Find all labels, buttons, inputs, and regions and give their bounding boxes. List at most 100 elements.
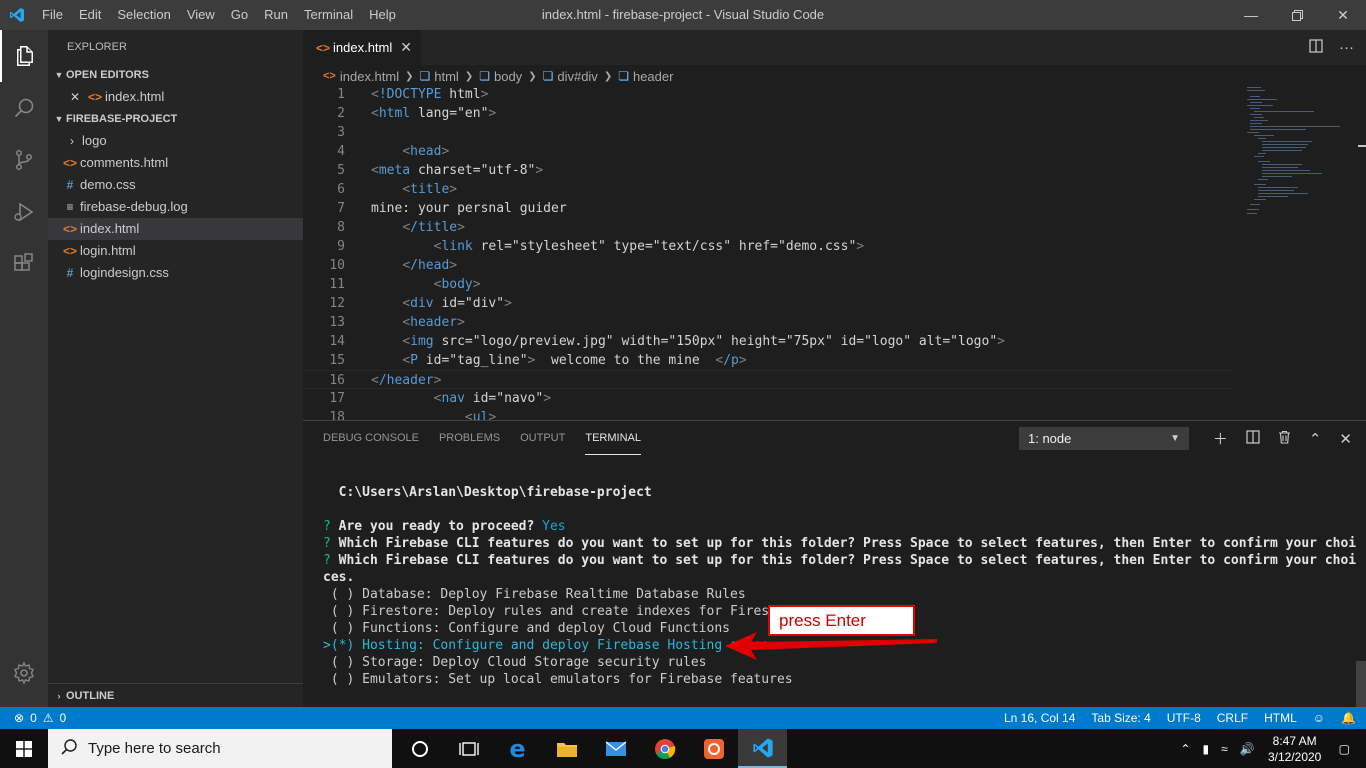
tree-item-logo[interactable]: › logo — [48, 130, 303, 152]
code-line[interactable]: 11 <body> — [303, 275, 1233, 294]
close-icon[interactable]: ✕ — [400, 39, 412, 56]
breadcrumb-item[interactable]: div#div — [557, 69, 597, 84]
open-editors-section[interactable]: ▼ OPEN EDITORS — [48, 64, 303, 86]
code-line[interactable]: 16 </header> — [303, 370, 1233, 389]
code-line[interactable]: 12 <div id="div"> — [303, 294, 1233, 313]
clock[interactable]: 8:47 AM 3/12/2020 — [1261, 733, 1329, 765]
more-actions-icon[interactable]: ··· — [1339, 39, 1354, 56]
minimap[interactable] — [1244, 85, 1354, 420]
menu-help[interactable]: Help — [361, 0, 404, 30]
breadcrumb-item[interactable]: body — [494, 69, 522, 84]
tree-item-index[interactable]: <> index.html — [48, 218, 303, 240]
notifications-icon[interactable]: ▢ — [1339, 742, 1350, 756]
split-terminal-icon[interactable] — [1246, 429, 1260, 448]
taskbar-search[interactable]: Type here to search — [48, 729, 392, 768]
tree-item-logindesign[interactable]: # logindesign.css — [48, 262, 303, 284]
tree-item-debug-log[interactable]: ≡ firebase-debug.log — [48, 196, 303, 218]
code-line[interactable]: 15 <P id="tag_line"> welcome to the mine… — [303, 351, 1233, 370]
encoding[interactable]: UTF-8 — [1167, 711, 1201, 725]
eol[interactable]: CRLF — [1217, 711, 1248, 725]
minimize-icon[interactable]: — — [1228, 0, 1274, 30]
trash-icon[interactable] — [1278, 430, 1291, 448]
source-control-icon[interactable] — [0, 134, 48, 186]
code-line[interactable]: 4 <head> — [303, 142, 1233, 161]
task-view-icon[interactable] — [444, 729, 493, 768]
battery-icon[interactable]: ▮ — [1203, 742, 1210, 756]
close-icon[interactable]: ✕ — [67, 86, 83, 108]
code-line[interactable]: 1 <!DOCTYPE html> — [303, 85, 1233, 104]
wifi-icon[interactable]: ≈ — [1221, 742, 1228, 756]
new-terminal-icon[interactable]: ＋ — [1213, 428, 1228, 449]
explorer-icon[interactable] — [0, 30, 48, 82]
language-mode[interactable]: HTML — [1264, 711, 1297, 725]
menu-file[interactable]: File — [34, 0, 71, 30]
editor-scrollbar[interactable] — [1356, 85, 1366, 420]
terminal-option: ( ) Firestore: Deploy rules and create i… — [323, 603, 801, 620]
panel-tabs: DEBUG CONSOLE PROBLEMS OUTPUT TERMINAL — [323, 421, 641, 456]
restore-icon[interactable] — [1274, 0, 1320, 30]
windows-start-icon[interactable] — [0, 729, 48, 768]
menu-selection[interactable]: Selection — [109, 0, 178, 30]
tab-terminal[interactable]: TERMINAL — [585, 422, 641, 455]
menu-view[interactable]: View — [179, 0, 223, 30]
problems-indicator[interactable]: ⊗ 0 ⚠ 0 — [14, 707, 66, 729]
split-editor-icon[interactable] — [1309, 38, 1323, 57]
settings-gear-icon[interactable] — [0, 647, 48, 699]
option-marker: >(*) — [323, 638, 363, 653]
menu-edit[interactable]: Edit — [71, 0, 109, 30]
bell-icon[interactable]: 🔔 — [1341, 711, 1356, 725]
code-line[interactable]: 7 mine: your persnal guider — [303, 199, 1233, 218]
tab-output[interactable]: OUTPUT — [520, 421, 565, 456]
breadcrumb-item[interactable]: html — [434, 69, 459, 84]
code-line[interactable]: 2 <html lang="en"> — [303, 104, 1233, 123]
code-line[interactable]: 8 </title> — [303, 218, 1233, 237]
cursor-position[interactable]: Ln 16, Col 14 — [1004, 711, 1075, 725]
edge-icon[interactable]: e — [493, 729, 542, 768]
open-editor-item[interactable]: ✕ <> index.html — [48, 86, 303, 108]
code-editor[interactable]: 1 <!DOCTYPE html> 2 <html lang="en"> 3 4 <hea… — [303, 85, 1366, 420]
tab-size[interactable]: Tab Size: 4 — [1091, 711, 1150, 725]
code-line[interactable]: 9 <link rel="stylesheet" type="text/css"… — [303, 237, 1233, 256]
menu-go[interactable]: Go — [223, 0, 256, 30]
warning-count: 0 — [59, 711, 67, 725]
code-line[interactable]: 17 <nav id="navo"> — [303, 389, 1233, 408]
outline-section[interactable]: › OUTLINE — [48, 683, 303, 707]
code-line[interactable]: 10 </head> — [303, 256, 1233, 275]
breadcrumb-item[interactable]: index.html — [340, 69, 399, 84]
search-icon[interactable] — [0, 82, 48, 134]
menu-run[interactable]: Run — [256, 0, 296, 30]
menu-terminal[interactable]: Terminal — [296, 0, 361, 30]
volume-icon[interactable]: 🔊 — [1240, 742, 1255, 756]
code-line[interactable]: 6 <title> — [303, 180, 1233, 199]
code-line[interactable]: 3 — [303, 123, 1233, 142]
tree-item-comments[interactable]: <> comments.html — [48, 152, 303, 174]
tab-debug-console[interactable]: DEBUG CONSOLE — [323, 421, 419, 456]
breadcrumb-item[interactable]: header — [633, 69, 673, 84]
extensions-icon[interactable] — [0, 238, 48, 290]
file-explorer-icon[interactable] — [542, 729, 591, 768]
code-line[interactable]: 5 <meta charset="utf-8"> — [303, 161, 1233, 180]
chrome-icon[interactable] — [640, 729, 689, 768]
tab-problems[interactable]: PROBLEMS — [439, 421, 500, 456]
code-text: <P id="tag_line"> welcome to the mine </… — [402, 353, 747, 368]
maximize-panel-icon[interactable]: ⌃ — [1309, 430, 1322, 448]
terminal-output[interactable]: C:\Users\Arslan\Desktop\firebase-project… — [323, 481, 1356, 747]
panel-scrollbar[interactable] — [1356, 661, 1366, 707]
code-line[interactable]: 14 <img src="logo/preview.jpg" width="15… — [303, 332, 1233, 351]
tab-index-html[interactable]: <> index.html ✕ — [303, 30, 421, 65]
close-window-icon[interactable]: ✕ — [1320, 0, 1366, 30]
feedback-icon[interactable]: ☺ — [1313, 711, 1325, 725]
chevron-up-icon[interactable]: ⌃ — [1180, 742, 1190, 756]
run-debug-icon[interactable] — [0, 186, 48, 238]
tree-item-demo-css[interactable]: # demo.css — [48, 174, 303, 196]
app-icon[interactable] — [689, 729, 738, 768]
cortana-icon[interactable] — [395, 729, 444, 768]
code-line[interactable]: 18 <ul> — [303, 408, 1233, 420]
vscode-icon[interactable] — [738, 729, 787, 768]
firebase-project-section[interactable]: ▼ FIREBASE-PROJECT — [48, 108, 303, 130]
tree-item-login[interactable]: <> login.html — [48, 240, 303, 262]
terminal-select[interactable]: 1: node ▼ — [1019, 427, 1189, 450]
mail-icon[interactable] — [591, 729, 640, 768]
close-panel-icon[interactable]: ✕ — [1339, 430, 1352, 448]
code-line[interactable]: 13 <header> — [303, 313, 1233, 332]
